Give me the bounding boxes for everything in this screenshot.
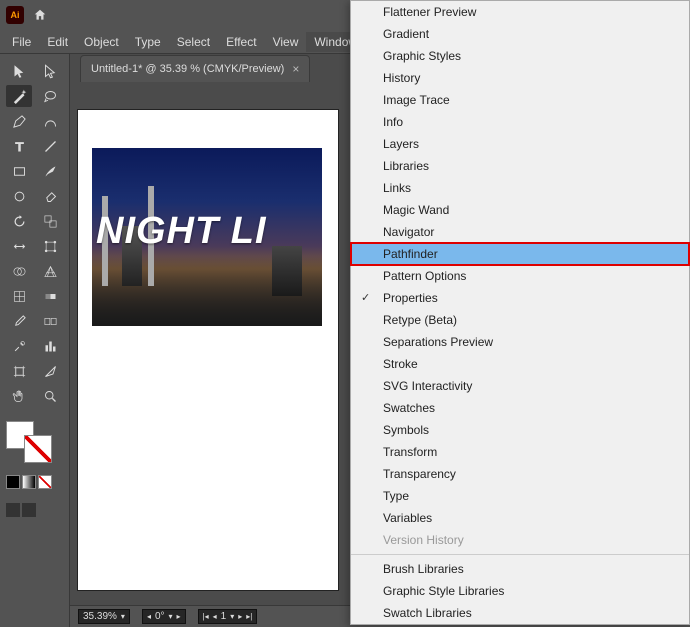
menu-item-variables[interactable]: Variables bbox=[351, 507, 689, 529]
eyedropper-tool[interactable] bbox=[6, 310, 32, 332]
menu-item-history[interactable]: History bbox=[351, 67, 689, 89]
menu-item-navigator[interactable]: Navigator bbox=[351, 221, 689, 243]
menu-file[interactable]: File bbox=[4, 32, 39, 52]
menu-item-magic-wand[interactable]: Magic Wand bbox=[351, 199, 689, 221]
eraser-tool[interactable] bbox=[37, 185, 63, 207]
pen-tool[interactable] bbox=[6, 110, 32, 132]
menu-item-gradient[interactable]: Gradient bbox=[351, 23, 689, 45]
zoom-tool[interactable] bbox=[37, 385, 63, 407]
menu-item-stroke[interactable]: Stroke bbox=[351, 353, 689, 375]
menu-item-pathfinder[interactable]: Pathfinder bbox=[351, 243, 689, 265]
menu-separator bbox=[351, 554, 689, 555]
selection-tool[interactable] bbox=[6, 60, 32, 82]
menu-view[interactable]: View bbox=[265, 32, 307, 52]
placed-image[interactable]: NIGHT LI bbox=[92, 148, 322, 326]
column-graph-tool[interactable] bbox=[37, 335, 63, 357]
zoom-select[interactable]: 35.39%▾ bbox=[78, 609, 130, 624]
line-tool[interactable] bbox=[37, 135, 63, 157]
menu-item-layers[interactable]: Layers bbox=[351, 133, 689, 155]
menu-effect[interactable]: Effect bbox=[218, 32, 264, 52]
tab-close-icon[interactable]: × bbox=[292, 62, 299, 76]
menu-item-transform[interactable]: Transform bbox=[351, 441, 689, 463]
type-tool[interactable] bbox=[6, 135, 32, 157]
menu-item-version-history: Version History bbox=[351, 529, 689, 551]
document-tab[interactable]: Untitled-1* @ 35.39 % (CMYK/Preview) × bbox=[80, 55, 310, 82]
draw-mode-behind[interactable] bbox=[22, 503, 36, 517]
menu-item-graphic-styles[interactable]: Graphic Styles bbox=[351, 45, 689, 67]
mesh-tool[interactable] bbox=[6, 285, 32, 307]
menu-item-symbols[interactable]: Symbols bbox=[351, 419, 689, 441]
menu-item-flattener-preview[interactable]: Flattener Preview bbox=[351, 1, 689, 23]
canvas-artboard[interactable]: NIGHT LI bbox=[78, 110, 338, 590]
mini-swatch-gradient[interactable] bbox=[22, 475, 36, 489]
perspective-grid-tool[interactable] bbox=[37, 260, 63, 282]
width-tool[interactable] bbox=[6, 235, 32, 257]
scale-tool[interactable] bbox=[37, 210, 63, 232]
shaper-tool[interactable] bbox=[6, 185, 32, 207]
blend-tool[interactable] bbox=[37, 310, 63, 332]
menu-item-libraries[interactable]: Libraries bbox=[351, 155, 689, 177]
mini-swatch-none[interactable] bbox=[38, 475, 52, 489]
menu-item-pattern-options[interactable]: Pattern Options bbox=[351, 265, 689, 287]
menu-object[interactable]: Object bbox=[76, 32, 127, 52]
app-logo: Ai bbox=[6, 6, 24, 24]
tab-title: Untitled-1* @ 35.39 % (CMYK/Preview) bbox=[91, 63, 284, 75]
free-transform-tool[interactable] bbox=[37, 235, 63, 257]
menu-item-info[interactable]: Info bbox=[351, 111, 689, 133]
rotate-select[interactable]: ◂0°▾▸ bbox=[142, 609, 186, 624]
menu-select[interactable]: Select bbox=[169, 32, 218, 52]
artboard-nav[interactable]: |◂◂1▾▸▸| bbox=[198, 609, 258, 624]
toolbox bbox=[0, 54, 70, 627]
menu-item-swatch-libraries[interactable]: Swatch Libraries bbox=[351, 602, 689, 624]
menu-item-image-trace[interactable]: Image Trace bbox=[351, 89, 689, 111]
paintbrush-tool[interactable] bbox=[37, 160, 63, 182]
slice-tool[interactable] bbox=[37, 360, 63, 382]
menu-item-retype-beta-[interactable]: Retype (Beta) bbox=[351, 309, 689, 331]
draw-mode-normal[interactable] bbox=[6, 503, 20, 517]
mini-swatch-color[interactable] bbox=[6, 475, 20, 489]
menu-edit[interactable]: Edit bbox=[39, 32, 76, 52]
menu-item-graphic-style-libraries[interactable]: Graphic Style Libraries bbox=[351, 580, 689, 602]
direct-selection-tool[interactable] bbox=[37, 60, 63, 82]
menu-item-svg-interactivity[interactable]: SVG Interactivity bbox=[351, 375, 689, 397]
artboard-tool[interactable] bbox=[6, 360, 32, 382]
rectangle-tool[interactable] bbox=[6, 160, 32, 182]
shape-builder-tool[interactable] bbox=[6, 260, 32, 282]
hand-tool[interactable] bbox=[6, 385, 32, 407]
gradient-tool[interactable] bbox=[37, 285, 63, 307]
home-button[interactable] bbox=[28, 3, 52, 27]
window-dropdown-menu: Flattener PreviewGradientGraphic StylesH… bbox=[350, 0, 690, 625]
menu-item-brush-libraries[interactable]: Brush Libraries bbox=[351, 558, 689, 580]
stroke-swatch[interactable] bbox=[24, 435, 52, 463]
lasso-tool[interactable] bbox=[37, 85, 63, 107]
rotate-tool[interactable] bbox=[6, 210, 32, 232]
menu-item-links[interactable]: Links bbox=[351, 177, 689, 199]
artwork-text: NIGHT LI bbox=[96, 210, 322, 253]
menu-item-separations-preview[interactable]: Separations Preview bbox=[351, 331, 689, 353]
magic-wand-tool[interactable] bbox=[6, 85, 32, 107]
menu-item-swatches[interactable]: Swatches bbox=[351, 397, 689, 419]
menu-item-type[interactable]: Type bbox=[351, 485, 689, 507]
color-swatches[interactable] bbox=[2, 421, 67, 463]
menu-type[interactable]: Type bbox=[127, 32, 169, 52]
menu-item-properties[interactable]: Properties bbox=[351, 287, 689, 309]
menu-item-transparency[interactable]: Transparency bbox=[351, 463, 689, 485]
symbol-sprayer-tool[interactable] bbox=[6, 335, 32, 357]
curvature-tool[interactable] bbox=[37, 110, 63, 132]
